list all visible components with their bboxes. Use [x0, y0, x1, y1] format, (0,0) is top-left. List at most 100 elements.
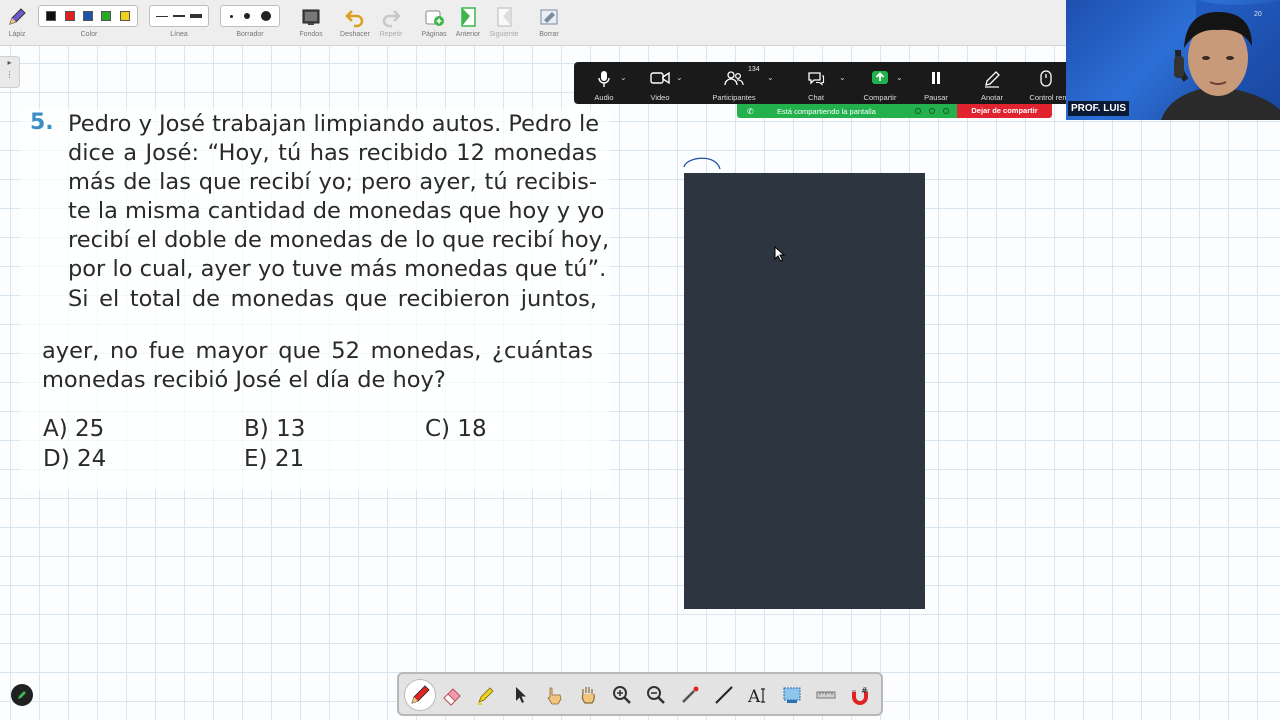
option-a: A) 25	[43, 416, 104, 442]
chat-button[interactable]: Chat	[786, 62, 846, 104]
video-camera-icon	[650, 71, 670, 85]
color-label: Color	[80, 31, 98, 38]
shared-dark-panel[interactable]	[684, 173, 925, 609]
clear-button[interactable]: Borrar	[534, 0, 564, 46]
video-button[interactable]: Video	[630, 62, 690, 104]
line-icon	[715, 686, 733, 704]
chat-options-caret-icon[interactable]: ⌄	[839, 73, 846, 82]
eraser-size-tool: Borrador	[220, 0, 280, 46]
next-page-label: Siguiente	[489, 31, 519, 38]
speaker-icon	[915, 108, 921, 114]
previous-page-label: Anterior	[455, 31, 481, 38]
color-tool: Color	[38, 0, 140, 46]
line-width-group	[149, 5, 209, 27]
option-letter: E)	[244, 446, 268, 472]
eraser-small-option[interactable]	[229, 14, 233, 18]
zoom-in-icon	[613, 686, 631, 704]
screen-sharing-status-bar: ✆ Está compartiendo la pantalla	[737, 104, 957, 118]
participants-icon	[724, 71, 744, 86]
zoom-in-tool-button[interactable]	[607, 680, 637, 710]
problem-line: más de las que recibí yo; pero ayer, tú …	[68, 169, 597, 195]
text-tool-button[interactable]: A	[743, 680, 773, 710]
eraser-tool-button[interactable]	[437, 680, 467, 710]
stop-sharing-button[interactable]: Dejar de compartir	[957, 104, 1052, 118]
eraser-size-group	[220, 5, 280, 27]
next-page-button[interactable]: Siguiente	[486, 0, 522, 46]
eraser-label: Borrador	[236, 31, 264, 38]
eraser-icon	[443, 688, 461, 706]
select-tool-button[interactable]	[505, 680, 535, 710]
undo-button[interactable]: Deshacer	[338, 0, 372, 46]
pencil-tool-button[interactable]: Lápiz	[4, 0, 30, 46]
pointer-tool-button[interactable]	[539, 680, 569, 710]
ruler-tool-button[interactable]	[811, 680, 841, 710]
problem-line: recibí el doble de monedas de lo que rec…	[68, 227, 610, 253]
line-thick-option[interactable]	[190, 14, 203, 18]
backgrounds-button[interactable]: Fondos	[296, 0, 326, 46]
pan-tool-button[interactable]	[573, 680, 603, 710]
line-label: Línea	[170, 31, 188, 38]
highlighter-tool-button[interactable]	[471, 680, 501, 710]
background-icon	[302, 9, 320, 25]
pencil-label: Lápiz	[8, 31, 26, 38]
shield-icon	[929, 108, 935, 114]
video-options-caret-icon[interactable]: ⌄	[676, 73, 683, 82]
redo-button[interactable]: Repetir	[376, 0, 406, 46]
previous-page-icon	[461, 7, 476, 27]
redo-icon	[382, 10, 401, 28]
color-black-swatch[interactable]	[46, 11, 57, 21]
participants-options-caret-icon[interactable]: ⌄	[767, 73, 774, 82]
expand-arrow-icon: ▸	[7, 58, 12, 67]
line-tool-button[interactable]	[709, 680, 739, 710]
problem-continuation-line: ayer, no fue mayor que 52 monedas, ¿cuán…	[42, 338, 593, 364]
svg-text:A: A	[747, 687, 761, 706]
screen-capture-tool-button[interactable]	[777, 680, 807, 710]
audio-options-caret-icon[interactable]: ⌄	[620, 73, 627, 82]
option-letter: C)	[425, 416, 451, 442]
option-value: 25	[75, 416, 105, 442]
video-label: Video	[650, 93, 670, 102]
eraser-large-option[interactable]	[260, 11, 271, 21]
previous-page-button[interactable]: Anterior	[452, 0, 484, 46]
svg-text:#: #	[861, 686, 868, 695]
text-icon: A	[747, 687, 765, 706]
highlighter-icon	[478, 687, 494, 705]
share-options-caret-icon[interactable]: ⌄	[896, 73, 903, 82]
pencil-icon	[9, 8, 26, 25]
laser-pointer-tool-button[interactable]	[675, 680, 705, 710]
screen-capture-icon	[783, 687, 801, 703]
phone-icon: ✆	[747, 106, 754, 116]
next-page-icon	[497, 7, 512, 27]
color-green-swatch[interactable]	[101, 11, 112, 21]
line-thin-option[interactable]	[155, 15, 168, 17]
color-red-swatch[interactable]	[64, 11, 75, 21]
eraser-medium-option[interactable]	[243, 13, 250, 19]
svg-text:20: 20	[1254, 11, 1262, 18]
color-yellow-swatch[interactable]	[119, 11, 130, 21]
undo-icon	[345, 10, 364, 28]
line-medium-option[interactable]	[172, 15, 185, 17]
pages-button[interactable]: Páginas	[418, 0, 450, 46]
floating-pen-button[interactable]	[11, 684, 33, 706]
mouse-cursor-icon	[774, 246, 786, 262]
annotate-button[interactable]: Anotar	[962, 62, 1022, 104]
problem-line: te la misma cantidad de monedas que hoy …	[68, 198, 605, 224]
floating-pen-icon	[18, 691, 26, 699]
annotate-icon	[985, 71, 1000, 88]
zoom-out-tool-button[interactable]	[641, 680, 671, 710]
color-blue-swatch[interactable]	[82, 11, 93, 21]
pointer-hand-icon	[547, 687, 562, 705]
drawing-toolbar: A #	[397, 672, 883, 716]
pen-tool-button[interactable]	[405, 680, 435, 710]
remote-control-button[interactable]: Control rem	[1022, 62, 1070, 104]
participant-count: 134	[748, 66, 760, 73]
pause-icon	[932, 72, 940, 84]
option-value: 13	[276, 416, 306, 442]
side-panel-toggle[interactable]: ▸ ⋮	[0, 56, 20, 88]
pages-icon	[425, 10, 444, 26]
magnet-tool-button[interactable]: #	[845, 680, 875, 710]
problem-line: Pedro y José trabajan limpiando autos. P…	[68, 111, 600, 137]
backgrounds-label: Fondos	[299, 31, 323, 38]
line-width-tool: Línea	[149, 0, 209, 46]
panel-handle-icon: ⋮	[5, 70, 14, 79]
